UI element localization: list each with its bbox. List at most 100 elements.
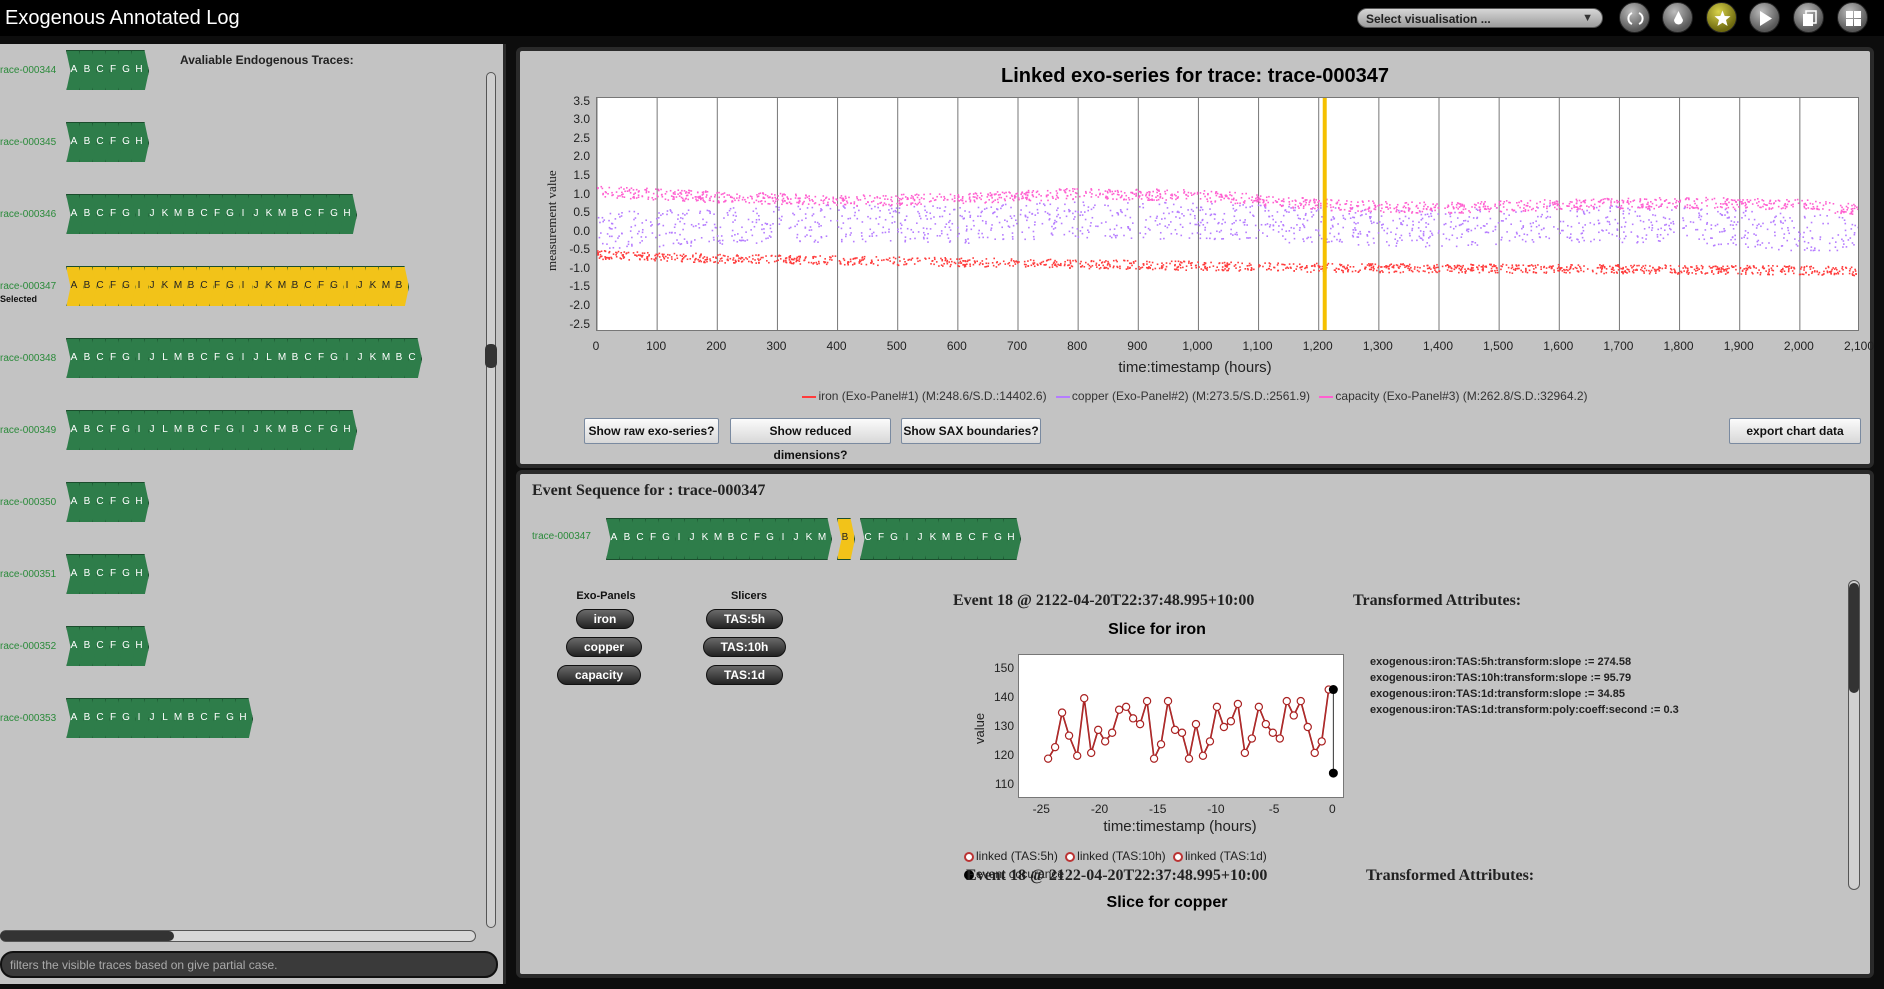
data-point [699,210,702,213]
slicer-tas1d-button[interactable]: TAS:1d [706,665,783,685]
trace-label[interactable]: race-000353 [0,713,56,724]
trace-event-row[interactable]: ABCFGIJLMBCFGH [66,698,480,738]
event-chevron[interactable]: H [1003,518,1019,558]
data-point [1645,234,1648,236]
slicer-tas5h-button[interactable]: TAS:5h [706,609,783,629]
trace-label[interactable]: race-000350 [0,497,56,508]
data-point [1258,229,1260,232]
data-point [1000,207,1002,210]
visualisation-select[interactable]: Select visualisation ... ▼ [1357,8,1603,28]
trace-label[interactable]: race-000345 [0,137,56,148]
current-event-chevron[interactable]: B [837,518,853,558]
data-point [860,232,863,234]
data-point [1373,202,1375,204]
data-point [1799,233,1801,235]
trace-label[interactable]: race-000346 [0,209,56,220]
event-chevron-letter: J [253,424,259,435]
trace-event-row[interactable]: ABCFGIJLMBCFGIJKMBCFGH [66,410,480,450]
event-chevron[interactable]: B [391,266,407,306]
play-icon[interactable] [1749,2,1780,33]
event-chevron[interactable]: H [131,554,147,594]
trace-event-row[interactable]: ABCFGIJKMBCFGIJKMBCFGIJKMB [66,266,480,306]
trace-event-row[interactable]: ABCFGH [66,122,480,162]
slice-point [1073,751,1082,761]
data-point [604,250,607,253]
data-point [1340,264,1343,266]
grid-icon[interactable] [1837,2,1868,33]
traces-vertical-scrollbar[interactable] [486,72,496,928]
trace-filter-input[interactable]: filters the visible traces based on give… [0,951,498,978]
event-chevron[interactable]: H [235,698,251,738]
data-point [1633,264,1636,267]
exo-panel-copper-button[interactable]: copper [566,637,642,657]
data-point [1026,194,1029,196]
trace-label[interactable]: race-000351 [0,569,56,580]
trace-label[interactable]: race-000344 [0,65,56,76]
slicer-tas10h-button[interactable]: TAS:10h [703,637,786,657]
trace-label[interactable]: race-000348 [0,353,56,364]
trace-event-row[interactable]: ABCFGH [66,50,480,90]
traces-horizontal-scroll-thumb[interactable] [0,931,174,941]
trace-label[interactable]: race-000347 [0,281,56,292]
exo-panel-capacity-button[interactable]: capacity [557,665,641,685]
copy-icon[interactable] [1793,2,1824,33]
data-point [674,193,676,195]
data-point [1112,259,1115,262]
data-point [777,259,779,262]
data-point [899,260,901,262]
data-point [824,258,826,260]
data-point [1773,231,1776,234]
data-point [1337,206,1340,209]
data-point [1456,237,1458,239]
trace-label[interactable]: race-000352 [0,641,56,652]
event-chevron[interactable]: C [404,338,420,378]
data-point [1330,240,1333,243]
data-point [1260,204,1262,207]
event-chevron[interactable]: M [814,518,830,558]
event-chevron-letter: G [994,532,1002,543]
show-raw-exo-series-button[interactable]: Show raw exo-series? [584,418,719,444]
trace-event-row[interactable]: ABCFGH [66,626,480,666]
data-point [1696,228,1699,231]
data-point [963,265,966,268]
data-point [1706,242,1708,245]
event-chevron[interactable]: H [131,50,147,90]
exo-series-plot[interactable] [596,97,1859,331]
data-point [1667,233,1669,236]
refresh-icon[interactable] [1619,2,1650,33]
data-point [1422,233,1425,235]
iron-slice-plot[interactable] [1018,654,1344,798]
trace-event-row[interactable]: ABCFGH [66,482,480,522]
exo-panel-iron-button[interactable]: iron [576,609,634,629]
trace-event-row[interactable]: ABCFGIJKMBCFGIJKMBCFGH [66,194,480,234]
event-chevron[interactable]: H [131,482,147,522]
data-point [1293,237,1296,240]
show-sax-boundaries-button[interactable]: Show SAX boundaries? [901,418,1041,444]
data-point [1019,213,1022,216]
star-icon[interactable] [1706,2,1737,33]
data-point [610,257,613,260]
drop-icon[interactable] [1662,2,1693,33]
event-chevron-letter: G [122,424,130,435]
data-point [1482,268,1484,271]
data-point [1333,235,1336,238]
event-chevron[interactable]: H [131,122,147,162]
data-point [1535,226,1538,228]
event-chevron[interactable]: H [131,626,147,666]
trace-event-row[interactable]: ABCFGH [66,554,480,594]
event-chevron[interactable]: H [339,194,355,234]
traces-vertical-scroll-thumb[interactable] [485,344,497,368]
transformed-attributes-heading-2: Transformed Attributes: [1366,867,1535,884]
data-point [1825,267,1827,270]
data-point [703,261,705,264]
event-panel-scroll-thumb[interactable] [1849,583,1859,693]
trace-label[interactable]: race-000349 [0,425,56,436]
data-point [731,235,733,237]
data-point [930,217,932,220]
event-chevron-letter: G [330,280,338,291]
trace-event-row[interactable]: ABCFGIJLMBCFGIJLMBCFGIJKMBC [66,338,480,378]
show-reduced-dimensions-button[interactable]: Show reduced dimensions? [730,418,891,462]
export-chart-data-button[interactable]: export chart data [1729,418,1861,444]
event-chevron[interactable]: H [339,410,355,450]
data-point [1641,269,1644,272]
